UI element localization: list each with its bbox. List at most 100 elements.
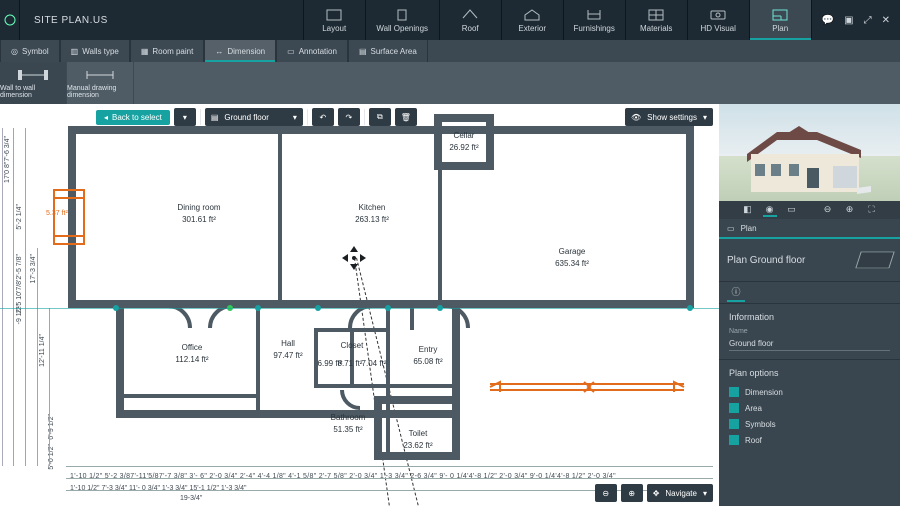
svg-text:Dining room: Dining room [177, 203, 220, 212]
info-icon[interactable]: ⓘ [727, 284, 745, 302]
paint-icon: ▦ [141, 47, 149, 56]
chevron-down-icon: ▾ [293, 113, 297, 122]
option-dimension[interactable]: Dimension [729, 384, 890, 400]
show-settings-group: 👁Show settings▾ [625, 108, 713, 126]
plan-title-row: Plan Ground floor [719, 239, 900, 282]
compass-icon: ✥ [653, 489, 660, 498]
tool-walls-type[interactable]: ▥Walls type [60, 40, 130, 62]
nav-materials[interactable]: Materials [625, 0, 687, 40]
secondary-toolbar: ◎Symbol ▥Walls type ▦Room paint ↔Dimensi… [0, 40, 900, 62]
svg-text:Entry: Entry [419, 345, 438, 354]
svg-text:6.99 ft²: 6.99 ft² [318, 359, 343, 368]
zoom-in-button[interactable]: ⊕ [621, 484, 643, 502]
chevron-down-icon: ▾ [703, 489, 707, 498]
svg-text:Bathroom: Bathroom [331, 413, 366, 422]
right-panel: ◧ ◉ ▭ ⊖ ⊕ ⛶ ▭Plan Plan Ground floor ⓘ In… [719, 104, 900, 506]
zoom-out-button[interactable]: ⊖ [595, 484, 617, 502]
dimension-icon: ↔ [215, 47, 223, 56]
top-right-controls: 💬 ▣ ⤢ ✕ [811, 0, 900, 40]
option-symbols[interactable]: Symbols [729, 416, 890, 432]
tool-annotation[interactable]: ▭Annotation [276, 40, 348, 62]
show-settings-button[interactable]: 👁Show settings▾ [625, 108, 713, 126]
fullscreen-icon[interactable]: ⛶ [865, 203, 879, 217]
checkbox-icon [729, 403, 739, 413]
svg-text:7.04 ft²: 7.04 ft² [362, 359, 387, 368]
nav-hd-visual[interactable]: HD Visual [687, 0, 749, 40]
delete-button[interactable]: 🗑 [395, 108, 417, 126]
panel-tab-plan[interactable]: ▭Plan [719, 219, 900, 239]
wall-to-wall-icon [18, 68, 48, 82]
name-label: Name [729, 328, 890, 335]
back-to-select-button[interactable]: ◂Back to select [96, 110, 170, 125]
floor-plan[interactable]: Dining room301.61 ft² Kitchen263.13 ft² … [72, 130, 690, 462]
svg-text:97.47 ft²: 97.47 ft² [273, 351, 303, 360]
floor-selector[interactable]: ▤Ground floor▾ [205, 108, 303, 126]
surface-icon: ▤ [359, 47, 367, 56]
zoom-out-icon: ⊖ [602, 489, 609, 498]
subtool-manual-dimension[interactable]: Manual drawing dimension [67, 62, 134, 104]
close-icon[interactable]: ✕ [882, 15, 890, 26]
undo-button[interactable]: ↶ [312, 108, 334, 126]
svg-text:65.08 ft²: 65.08 ft² [413, 357, 443, 366]
nav-roof[interactable]: Roof [439, 0, 501, 40]
main-area: ◂Back to select ▾ ▤Ground floor▾ ↶ ↷ ⧉ 🗑… [0, 104, 900, 506]
dropdown-a[interactable]: ▾ [174, 108, 196, 126]
chevron-down-icon: ▾ [183, 113, 187, 122]
redo-button[interactable]: ↷ [338, 108, 360, 126]
main-nav: Layout Wall Openings Roof Exterior Furni… [303, 0, 811, 40]
navigate-button[interactable]: ✥Navigate▾ [647, 484, 713, 502]
canvas-bottom-bar: ⊖ ⊕ ✥Navigate▾ [595, 484, 713, 502]
project-title: SITE PLAN.US [20, 0, 122, 40]
subtool-wall-to-wall[interactable]: Wall to wall dimension [0, 62, 67, 104]
svg-text:Garage: Garage [559, 247, 586, 256]
plan-icon: ▭ [727, 224, 735, 233]
tool-surface-area[interactable]: ▤Surface Area [348, 40, 428, 62]
svg-text:Kitchen: Kitchen [359, 203, 386, 212]
view-axo-icon[interactable]: ◧ [741, 203, 755, 217]
symbol-icon: ◎ [11, 47, 18, 56]
svg-text:26.92 ft²: 26.92 ft² [449, 143, 479, 152]
expand-icon[interactable]: ⤢ [864, 15, 872, 26]
tool-dimension[interactable]: ↔Dimension [204, 40, 276, 62]
sub-toolbar: Wall to wall dimension Manual drawing di… [0, 62, 900, 104]
preview-controls: ◧ ◉ ▭ ⊖ ⊕ ⛶ [719, 201, 900, 219]
nav-wall-openings[interactable]: Wall Openings [365, 0, 439, 40]
floor-icon: ▤ [211, 113, 219, 122]
checkbox-icon [729, 419, 739, 429]
information-header: Information [729, 312, 890, 322]
manual-dim-icon [85, 68, 115, 82]
option-area[interactable]: Area [729, 400, 890, 416]
zoom-out-icon[interactable]: ⊖ [821, 203, 835, 217]
brand-icon [0, 0, 20, 40]
svg-text:112.14 ft²: 112.14 ft² [175, 355, 209, 364]
name-field[interactable]: Ground floor [729, 337, 890, 351]
fit-screen-icon[interactable]: ▣ [844, 15, 853, 26]
information-block: Information Name Ground floor [719, 304, 900, 360]
svg-text:51.35 ft²: 51.35 ft² [333, 425, 363, 434]
annotation-icon: ▭ [287, 47, 295, 56]
zoom-in-icon[interactable]: ⊕ [843, 203, 857, 217]
copy-button[interactable]: ⧉ [369, 108, 391, 126]
eye-icon: 👁 [631, 113, 641, 122]
checkbox-icon [729, 435, 739, 445]
nav-exterior[interactable]: Exterior [501, 0, 563, 40]
view-plan-icon[interactable]: ▭ [785, 203, 799, 217]
plan-canvas[interactable]: ◂Back to select ▾ ▤Ground floor▾ ↶ ↷ ⧉ 🗑… [0, 104, 719, 506]
nav-plan[interactable]: Plan [749, 0, 811, 40]
plan-title: Plan Ground floor [727, 255, 805, 266]
chat-icon[interactable]: 💬 [822, 15, 834, 26]
svg-text:Hall: Hall [281, 339, 295, 348]
option-roof[interactable]: Roof [729, 432, 890, 448]
info-tab: ⓘ [719, 282, 900, 304]
svg-text:Toilet: Toilet [409, 429, 428, 438]
svg-text:23.62 ft²: 23.62 ft² [403, 441, 433, 450]
preview-3d[interactable]: ◧ ◉ ▭ ⊖ ⊕ ⛶ [719, 104, 900, 219]
svg-text:Closet: Closet [341, 341, 364, 350]
nav-furnishings[interactable]: Furnishings [563, 0, 625, 40]
top-bar: SITE PLAN.US Layout Wall Openings Roof E… [0, 0, 900, 40]
view-person-icon[interactable]: ◉ [763, 203, 777, 217]
nav-layout[interactable]: Layout [303, 0, 365, 40]
tool-symbol[interactable]: ◎Symbol [0, 40, 60, 62]
move-gizmo[interactable] [342, 246, 366, 270]
tool-room-paint[interactable]: ▦Room paint [130, 40, 204, 62]
